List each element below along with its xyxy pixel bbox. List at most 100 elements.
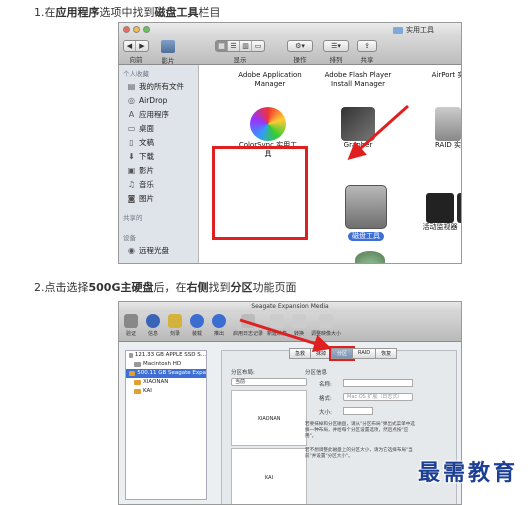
partition-instructions: 若要抹掉和分区磁盘，请从"分区布局"弹出式菜单中选择一种布局，并给每个分区设置选…	[305, 422, 415, 439]
journal-icon	[241, 314, 255, 328]
finder-toolbar: ◀ ▶ 向前 影片 ▦ ☰ ▥ ▭ 显示 ⚙▾ 操作 ☰▾ 排列 ⇪ 共享	[119, 37, 461, 65]
sidebar-item-applications[interactable]: A 应用程序	[119, 107, 198, 121]
step2-caption: 2.点击选择500G主硬盘后，在右侧找到分区功能页面	[34, 281, 297, 294]
sidebar-item-documents[interactable]: ▯ 文稿	[119, 135, 198, 149]
preview-label: 影片	[161, 57, 175, 65]
disk-icon	[129, 353, 133, 358]
du-tab-bar: 急救 抹掉 分区 RAID 恢复	[289, 346, 398, 361]
app-console[interactable]: 控制	[450, 193, 461, 232]
music-icon: ♫	[127, 179, 136, 189]
burn-button[interactable]: 刻录	[165, 314, 185, 337]
close-window-button[interactable]	[123, 26, 130, 33]
disk-utility-icon	[345, 185, 387, 229]
name-field[interactable]	[343, 379, 413, 387]
volume-item-kai[interactable]: KAI	[126, 387, 206, 396]
verify-button[interactable]: 验证	[121, 314, 141, 337]
action-label: 操作	[293, 56, 307, 64]
movies-icon: ▣	[127, 165, 136, 175]
size-label: 大小:	[319, 410, 332, 416]
share-button[interactable]: ⇪	[358, 41, 376, 51]
app-adobe-application-manager[interactable]: Adobe Application Manager	[230, 71, 310, 89]
forward-button[interactable]: ▶	[136, 41, 148, 51]
disk-utility-label: 磁盘工具	[348, 232, 384, 241]
sidebar-item-desktop[interactable]: ▭ 桌面	[119, 121, 198, 135]
files-icon: ▤	[127, 81, 136, 91]
tab-erase[interactable]: 抹掉	[310, 348, 333, 359]
info-button[interactable]: 信息	[143, 314, 163, 337]
layout-popup[interactable]: 当前	[231, 378, 307, 386]
eject-icon	[212, 314, 226, 328]
app-disk-utility[interactable]: 磁盘工具	[332, 185, 400, 241]
list-view-button[interactable]: ☰	[228, 41, 240, 51]
action-gear-button[interactable]: ⚙▾	[288, 41, 312, 51]
minimize-window-button[interactable]	[133, 26, 140, 33]
console-icon	[457, 193, 461, 223]
raid-icon	[435, 107, 461, 141]
step1-caption: 1.在应用程序选项中找到磁盘工具栏目	[34, 6, 221, 19]
info-icon	[146, 314, 160, 328]
documents-icon: ▯	[129, 137, 134, 147]
format-label: 格式:	[319, 396, 332, 402]
column-view-button[interactable]: ▥	[240, 41, 252, 51]
volume-item-macintosh-hd[interactable]: Macintosh HD	[126, 360, 206, 369]
sidebar-item-movies[interactable]: ▣ 影片	[119, 163, 198, 177]
airdrop-icon: ◎	[128, 95, 135, 105]
sidebar-item-remote-disc[interactable]: ◉ 远程光盘	[119, 243, 198, 257]
resize-icon	[319, 314, 333, 328]
zoom-window-button[interactable]	[143, 26, 150, 33]
app-raid-utility[interactable]: RAID 实	[418, 107, 461, 150]
volume-item-xiaonan[interactable]: XIAONAN	[126, 378, 206, 387]
convert-button[interactable]: 转换	[289, 314, 309, 337]
tab-restore[interactable]: 恢复	[375, 348, 398, 359]
sidebar-item-all-files[interactable]: ▤ 我的所有文件	[119, 79, 198, 93]
desktop-icon: ▭	[127, 123, 136, 133]
size-field[interactable]	[343, 407, 373, 415]
tab-first-aid[interactable]: 急救	[289, 348, 312, 359]
partition-block-kai[interactable]: KAI	[231, 448, 307, 504]
disc-icon: ◉	[128, 245, 135, 255]
sidebar-item-airdrop[interactable]: ◎ AirDrop	[119, 93, 198, 107]
disk-icon	[129, 371, 136, 376]
grapher-icon	[341, 107, 375, 141]
disk-icon	[134, 380, 141, 385]
du-titlebar: Seagate Expansion Media	[119, 302, 461, 312]
sidebar-item-music[interactable]: ♫ 音乐	[119, 177, 198, 191]
partition-note: 若不想调整此磁盘上的分区大小，请为它选择布局"当前"并设置"分区大小"。	[305, 448, 413, 459]
eject-button[interactable]: 推出	[209, 314, 229, 337]
window-title: 实用工具	[406, 26, 434, 34]
convert-icon	[292, 314, 306, 328]
finder-titlebar: 实用工具	[119, 23, 461, 37]
app-airport-utility[interactable]: AirPort 实	[418, 71, 461, 80]
layout-label: 分区布局:	[231, 370, 255, 376]
disk-item-seagate[interactable]: 500.11 GB Seagate Expa	[126, 369, 206, 378]
burn-icon	[168, 314, 182, 328]
watermark: 最需教育	[418, 460, 519, 486]
film-icon[interactable]	[161, 40, 175, 53]
applications-icon: A	[128, 109, 135, 119]
colorsync-icon	[250, 107, 286, 141]
journaling-button[interactable]: 启用日志记录	[233, 314, 263, 337]
arrange-button[interactable]: ☰▾	[324, 41, 348, 51]
new-image-button[interactable]: 新建映像	[265, 314, 289, 337]
highlight-box-disk-utility	[212, 146, 308, 240]
partition-block-xiaonan[interactable]: XIAONAN	[231, 390, 307, 446]
sidebar-item-downloads[interactable]: ⬇ 下载	[119, 149, 198, 163]
disk-item-ssd[interactable]: 121.33 GB APPLE SSD S...	[126, 351, 206, 360]
mount-button[interactable]: 装载	[187, 314, 207, 337]
icon-view-button[interactable]: ▦	[216, 41, 228, 51]
sidebar-item-pictures[interactable]: ◙ 图片	[119, 191, 198, 205]
coverflow-view-button[interactable]: ▭	[252, 41, 264, 51]
share-label: 共享	[360, 56, 374, 64]
app-grapher[interactable]: Grapher	[328, 107, 388, 150]
tab-partition[interactable]: 分区	[329, 346, 356, 361]
devices-header: 设备	[123, 234, 136, 242]
app-radar[interactable]	[350, 251, 390, 263]
tab-raid[interactable]: RAID	[352, 348, 377, 359]
app-adobe-flash-installer[interactable]: Adobe Flash Player Install Manager	[318, 71, 398, 89]
format-popup[interactable]: Mac OS 扩展（日志式）	[343, 393, 413, 401]
folder-icon	[393, 26, 403, 34]
radar-icon	[355, 251, 385, 263]
back-button[interactable]: ◀	[124, 41, 136, 51]
disk-icon	[134, 362, 141, 367]
resize-image-button[interactable]: 调整映像大小	[311, 314, 341, 337]
